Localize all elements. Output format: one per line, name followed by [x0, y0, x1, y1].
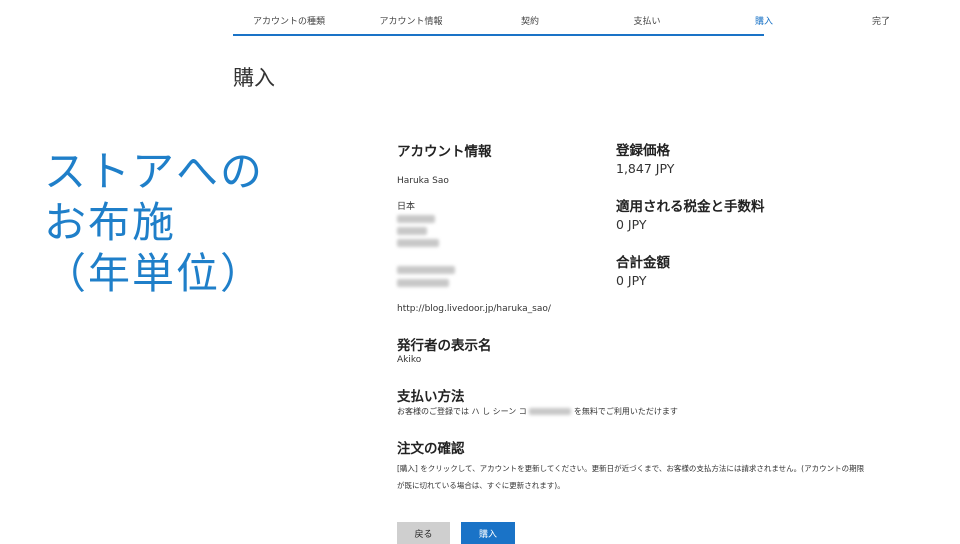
payment-heading: 支払い方法 — [397, 389, 465, 405]
account-url: http://blog.livedoor.jp/haruka_sao/ — [397, 304, 551, 314]
tax-label: 適用される税金と手数料 — [616, 199, 765, 215]
redacted-field — [529, 408, 572, 415]
publisher-heading: 発行者の表示名 — [397, 338, 492, 354]
registration-value: 1,847 JPY — [616, 161, 675, 176]
page-title: 購入 — [233, 66, 275, 90]
account-country: 日本 — [397, 202, 416, 212]
total-label: 合計金額 — [616, 255, 670, 271]
step-complete: 完了 — [871, 17, 891, 27]
account-name: Haruka Sao — [397, 176, 449, 186]
tax-value: 0 JPY — [616, 217, 647, 232]
confirm-heading: 注文の確認 — [397, 441, 465, 457]
account-info-heading: アカウント情報 — [397, 144, 492, 160]
payment-text-a: お客様のご登録では ハ し シーン コ — [397, 407, 527, 416]
confirm-text-2: が既に切れている場合は、すぐに更新されます)。 — [397, 481, 565, 490]
registration-price: 登録価格 1,847 JPY — [616, 139, 876, 176]
redacted-field — [397, 215, 435, 223]
step-payment: 支払い — [633, 17, 661, 27]
overlay-line-3: （年単位） — [44, 249, 265, 298]
account-details: アカウント情報 Haruka Sao 日本 http://blog.livedo… — [397, 140, 865, 491]
tax-fees: 適用される税金と手数料 0 JPY — [616, 195, 876, 232]
redacted-field — [397, 266, 455, 274]
payment-text-b: を無料でご利用いただけます — [573, 407, 678, 416]
confirm-text-1: [購入] をクリックして、アカウントを更新してください。更新日が近づくまで、お客… — [397, 464, 865, 473]
step-account-info: アカウント情報 — [379, 17, 443, 27]
step-contract: 契約 — [520, 17, 540, 27]
progress-steps: アカウントの種類 アカウント情報 契約 支払い 購入 完了 — [233, 10, 913, 36]
overlay-line-1: ストアへの — [44, 147, 265, 196]
redacted-field — [397, 279, 449, 287]
step-purchase: 購入 — [754, 17, 774, 27]
step-account-type: アカウントの種類 — [252, 17, 326, 27]
buy-button[interactable]: 購入 — [461, 522, 515, 544]
total-amount: 合計金額 0 JPY — [616, 251, 876, 288]
publisher-name: Akiko — [397, 355, 422, 365]
redacted-field — [397, 239, 439, 247]
payment-text: お客様のご登録では ハ し シーン コ を無料でご利用いただけます — [397, 406, 678, 417]
overlay-line-2: お布施 — [44, 198, 177, 247]
registration-label: 登録価格 — [616, 143, 670, 159]
overlay-caption: ストアへの お布施 （年単位） — [44, 146, 264, 299]
back-button[interactable]: 戻る — [397, 522, 450, 544]
progress-line — [233, 34, 764, 36]
total-value: 0 JPY — [616, 273, 647, 288]
redacted-field — [397, 227, 427, 235]
